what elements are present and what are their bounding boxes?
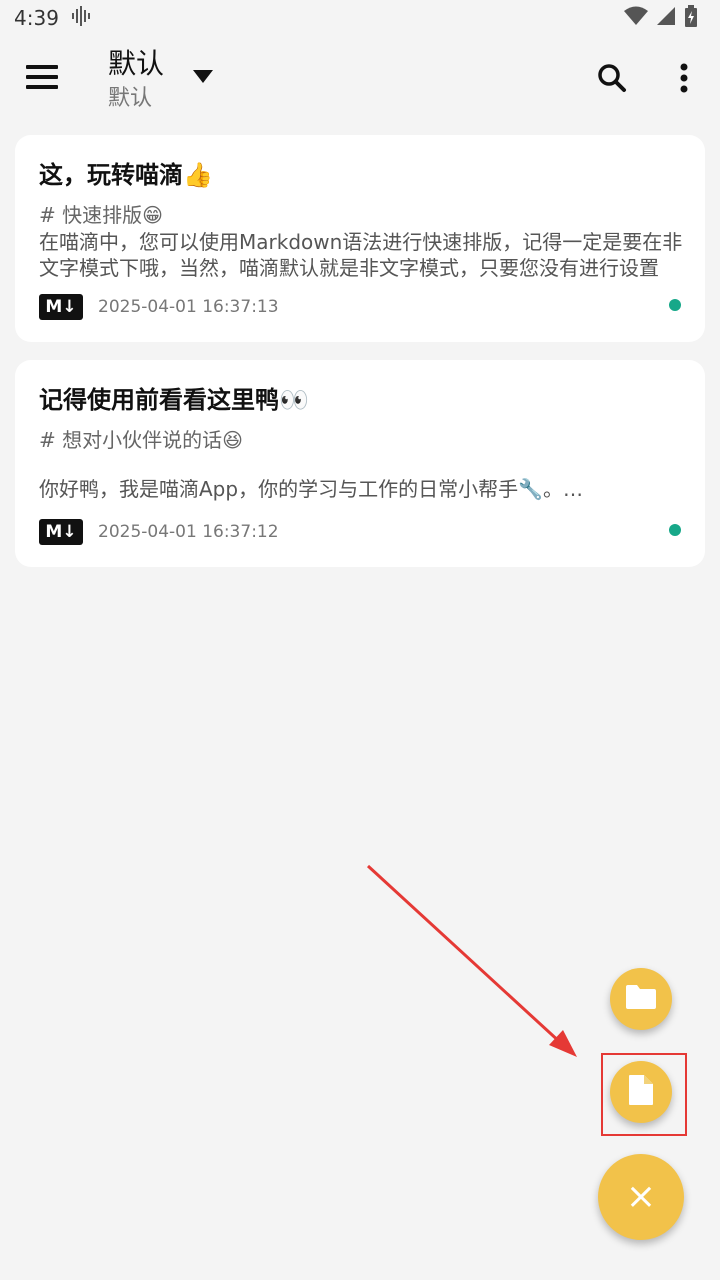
new-note-fab[interactable] xyxy=(610,1061,672,1123)
close-fab-menu-button[interactable]: × xyxy=(598,1154,684,1240)
note-tag: # 想对小伙伴说的话😆 xyxy=(39,428,243,452)
more-vert-icon xyxy=(679,63,689,97)
status-right xyxy=(624,5,698,31)
note-file-icon xyxy=(628,1074,654,1110)
note-preview: 你好鸭，我是喵滴App，你的学习与工作的日常小帮手🔧。… xyxy=(39,477,583,501)
note-title: 记得使用前看看这里鸭👀 xyxy=(39,386,309,414)
sync-status-dot xyxy=(669,524,681,536)
markdown-icon: M↓ xyxy=(39,519,83,545)
title-group[interactable]: 默认 默认 xyxy=(108,44,164,114)
markdown-icon: M↓ xyxy=(39,294,83,320)
note-footer: M↓ 2025-04-01 16:37:12 xyxy=(39,519,279,545)
status-time: 4:39 xyxy=(14,6,59,30)
sync-status-dot xyxy=(669,299,681,311)
note-card[interactable]: 记得使用前看看这里鸭👀 # 想对小伙伴说的话😆 你好鸭，我是喵滴App，你的学习… xyxy=(15,360,705,567)
note-date: 2025-04-01 16:37:13 xyxy=(98,297,279,317)
note-footer: M↓ 2025-04-01 16:37:13 xyxy=(39,294,279,320)
more-options-button[interactable] xyxy=(668,60,700,100)
toolbar: 默认 默认 xyxy=(0,36,720,122)
note-card[interactable]: 这，玩转喵滴👍 # 快速排版😁 在喵滴中，您可以使用Markdown语法进行快速… xyxy=(15,135,705,342)
hamburger-menu-icon xyxy=(26,64,58,94)
note-preview: 在喵滴中，您可以使用Markdown语法进行快速排版，记得一定是要在非文字模式下… xyxy=(39,230,683,280)
audio-wave-icon xyxy=(71,5,93,31)
status-left: 4:39 xyxy=(14,5,93,31)
page-title: 默认 xyxy=(108,47,165,80)
status-bar: 4:39 xyxy=(0,0,720,36)
search-icon xyxy=(597,63,627,97)
note-tag: # 快速排版😁 xyxy=(39,203,163,227)
page-subtitle: 默认 xyxy=(108,86,153,111)
close-icon: × xyxy=(625,1176,657,1217)
category-dropdown-button[interactable] xyxy=(188,64,218,92)
folder-icon xyxy=(625,984,657,1014)
cell-signal-icon xyxy=(656,6,676,30)
wifi-icon xyxy=(624,6,648,30)
new-folder-fab[interactable] xyxy=(610,968,672,1030)
note-title: 这，玩转喵滴👍 xyxy=(39,161,213,189)
menu-button[interactable] xyxy=(24,64,60,94)
battery-icon xyxy=(684,5,698,31)
search-button[interactable] xyxy=(592,60,632,100)
note-date: 2025-04-01 16:37:12 xyxy=(98,522,279,542)
triangle-down-icon xyxy=(193,69,213,88)
